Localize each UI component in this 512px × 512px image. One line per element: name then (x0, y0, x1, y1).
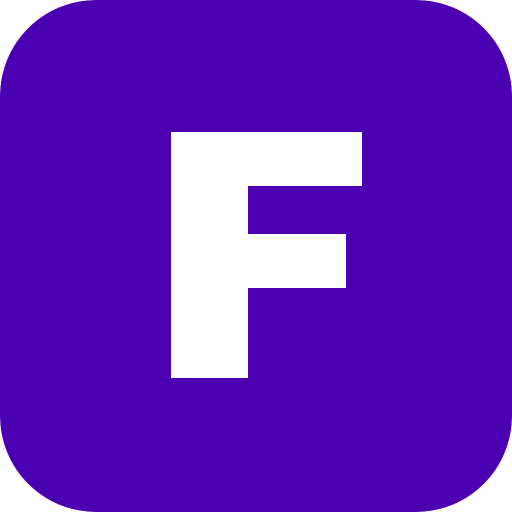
app-icon (0, 0, 512, 512)
letter-f-logo-icon (0, 0, 512, 512)
